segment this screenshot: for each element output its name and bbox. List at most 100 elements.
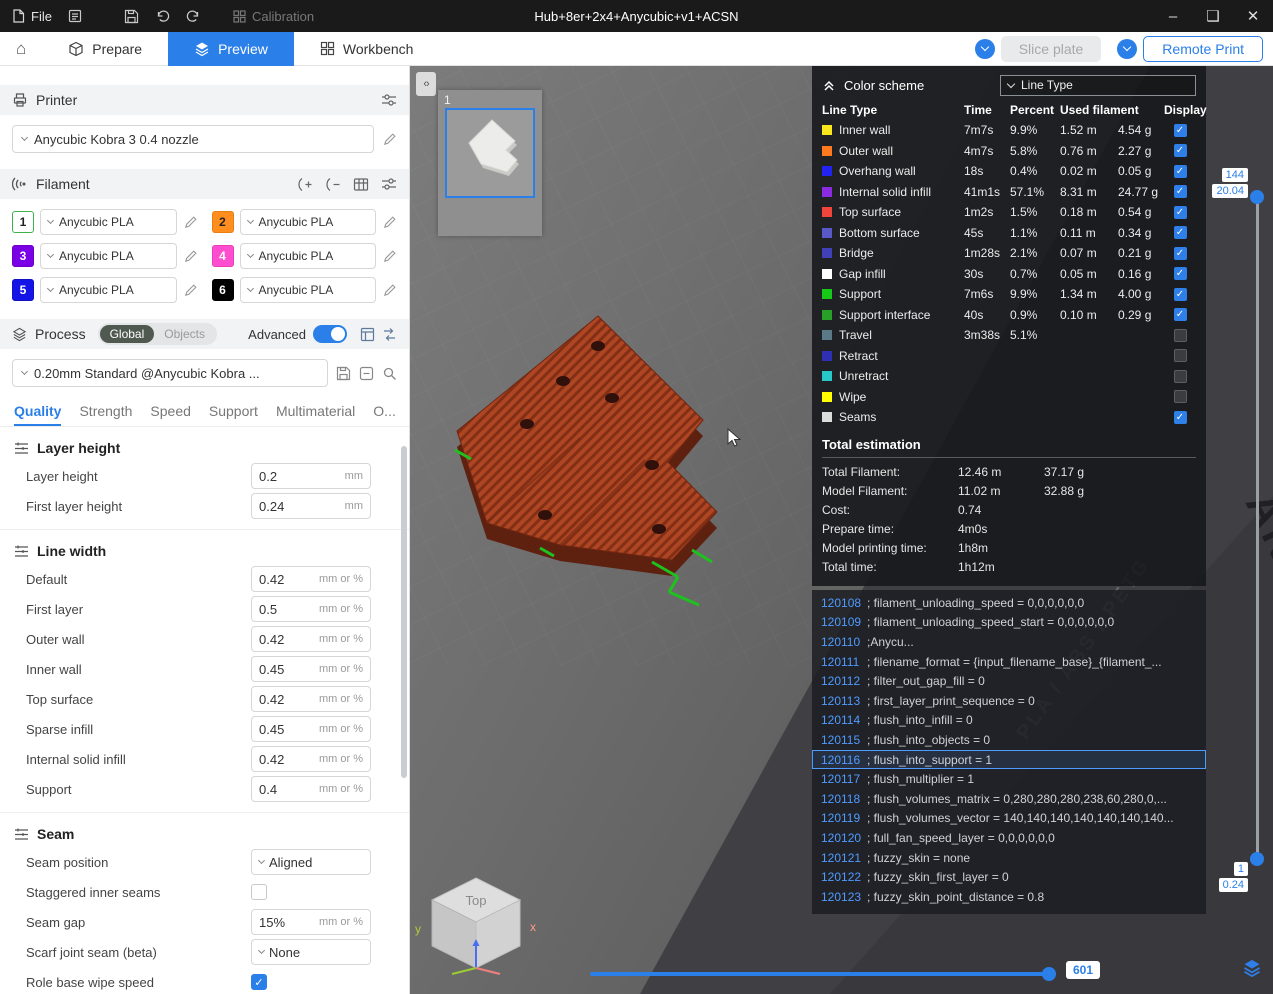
filament-select[interactable]: Anycubic PLA: [239, 243, 376, 269]
setting-input[interactable]: 0.42 mm or %: [251, 686, 371, 712]
collapse-panel-icon[interactable]: [822, 78, 836, 92]
gcode-line[interactable]: 120110 ;Anycu...: [812, 632, 1206, 652]
undo-icon[interactable]: [155, 9, 170, 24]
parameter-table-icon[interactable]: [360, 327, 375, 342]
filament-color-swatch[interactable]: 5: [12, 279, 34, 301]
filament-select[interactable]: Anycubic PLA: [239, 209, 376, 235]
process-tab-support[interactable]: Support: [209, 397, 258, 426]
setting-input[interactable]: 0.45 mm or %: [251, 656, 371, 682]
setting-checkbox[interactable]: [251, 884, 267, 900]
remove-filament-icon[interactable]: [325, 177, 341, 192]
save-preset-icon[interactable]: [336, 366, 351, 381]
setting-input[interactable]: 0.4 mm or %: [251, 776, 371, 802]
display-checkbox[interactable]: ✓: [1173, 123, 1187, 137]
gcode-line[interactable]: 120115 ; flush_into_objects = 0: [812, 730, 1206, 750]
edit-filament-icon[interactable]: [183, 283, 198, 298]
color-scheme-select[interactable]: Line Type: [1000, 74, 1196, 96]
settings-scrollbar[interactable]: [401, 446, 407, 778]
gcode-line[interactable]: 120119 ; flush_volumes_vector = 140,140,1…: [812, 809, 1206, 829]
gcode-line[interactable]: 120118 ; flush_volumes_matrix = 0,280,280…: [812, 789, 1206, 809]
save-icon[interactable]: [124, 9, 139, 24]
display-checkbox[interactable]: ✓: [1173, 164, 1187, 178]
plate-thumbnail[interactable]: 1: [438, 90, 542, 236]
display-checkbox[interactable]: ✓: [1173, 287, 1187, 301]
layer-slider-bottom-handle[interactable]: [1250, 852, 1264, 866]
printer-preset-select[interactable]: Anycubic Kobra 3 0.4 nozzle: [12, 125, 374, 153]
process-tab-o[interactable]: O...: [373, 397, 396, 426]
display-checkbox[interactable]: [1173, 369, 1187, 383]
filament-select[interactable]: Anycubic PLA: [40, 277, 177, 303]
setting-input[interactable]: 0.42 mm or %: [251, 746, 371, 772]
add-filament-icon[interactable]: [297, 177, 313, 192]
filament-select[interactable]: Anycubic PLA: [239, 277, 376, 303]
layers-view-icon[interactable]: [1242, 958, 1262, 983]
gcode-line[interactable]: 120109 ; filament_unloading_speed_start =…: [812, 613, 1206, 633]
gcode-line[interactable]: 120111 ; filename_format = {input_filenam…: [812, 652, 1206, 672]
display-checkbox[interactable]: ✓: [1173, 410, 1187, 424]
move-slider[interactable]: [590, 967, 1056, 981]
scope-global[interactable]: Global: [99, 325, 155, 343]
file-menu[interactable]: File: [12, 9, 52, 24]
minimize-button[interactable]: –: [1153, 0, 1193, 32]
display-checkbox[interactable]: [1173, 390, 1187, 404]
display-checkbox[interactable]: ✓: [1173, 246, 1187, 260]
tab-preview[interactable]: Preview: [168, 31, 294, 66]
process-tab-quality[interactable]: Quality: [14, 397, 62, 426]
setting-input[interactable]: 0.5 mm or %: [251, 596, 371, 622]
maximize-button[interactable]: ❑: [1193, 0, 1233, 32]
filament-color-swatch[interactable]: 2: [211, 211, 234, 233]
tab-prepare[interactable]: Prepare: [42, 32, 168, 66]
home-button[interactable]: ⌂: [0, 39, 42, 59]
filament-settings-icon[interactable]: [381, 177, 397, 191]
setting-input[interactable]: 0.2 mm: [251, 463, 371, 489]
edit-printer-icon[interactable]: [382, 132, 397, 147]
display-checkbox[interactable]: ✓: [1173, 267, 1187, 281]
filament-color-swatch[interactable]: 4: [211, 245, 234, 267]
edit-filament-icon[interactable]: [183, 249, 198, 264]
gcode-line[interactable]: 120121 ; fuzzy_skin = none: [812, 848, 1206, 868]
advanced-toggle[interactable]: [313, 325, 347, 343]
printer-settings-icon[interactable]: [381, 93, 397, 107]
setting-input[interactable]: 15% mm or %: [251, 909, 371, 935]
display-checkbox[interactable]: [1173, 328, 1187, 342]
viewport-3d[interactable]: ANYC PLA / ABS / PETG ‹› 1: [410, 66, 1273, 994]
process-tab-multimaterial[interactable]: Multimaterial: [276, 397, 355, 426]
setting-checkbox[interactable]: ✓: [251, 974, 267, 990]
gcode-line[interactable]: 120112 ; filter_out_gap_fill = 0: [812, 671, 1206, 691]
compare-presets-icon[interactable]: [382, 327, 397, 342]
print-options-button[interactable]: [1117, 38, 1138, 59]
gcode-line[interactable]: 120108 ; filament_unloading_speed = 0,0,0…: [812, 593, 1206, 613]
navigation-cube[interactable]: Top: [424, 872, 528, 976]
close-button[interactable]: ✕: [1233, 0, 1273, 32]
display-checkbox[interactable]: ✓: [1173, 205, 1187, 219]
remote-print-button[interactable]: Remote Print: [1143, 35, 1263, 62]
gcode-viewer[interactable]: 120108 ; filament_unloading_speed = 0,0,0…: [812, 590, 1206, 914]
setting-select[interactable]: Aligned: [251, 849, 371, 875]
display-checkbox[interactable]: ✓: [1173, 144, 1187, 158]
tab-workbench[interactable]: Workbench: [294, 32, 440, 66]
edit-filament-icon[interactable]: [183, 215, 198, 230]
slice-plate-button[interactable]: Slice plate: [1000, 35, 1102, 62]
gcode-line[interactable]: 120114 ; flush_into_infill = 0: [812, 711, 1206, 731]
process-tab-strength[interactable]: Strength: [79, 397, 132, 426]
move-slider-handle[interactable]: [1042, 967, 1056, 981]
edit-filament-icon[interactable]: [382, 215, 397, 230]
filament-color-swatch[interactable]: 6: [211, 279, 234, 301]
delete-preset-icon[interactable]: [359, 366, 374, 381]
filament-select[interactable]: Anycubic PLA: [40, 243, 177, 269]
setting-input[interactable]: 0.24 mm: [251, 493, 371, 519]
gcode-line[interactable]: 120113 ; first_layer_print_sequence = 0: [812, 691, 1206, 711]
edit-filament-icon[interactable]: [382, 249, 397, 264]
slice-options-button[interactable]: [974, 38, 995, 59]
gcode-line[interactable]: 120123 ; fuzzy_skin_point_distance = 0.8: [812, 887, 1206, 907]
setting-input[interactable]: 0.42 mm or %: [251, 626, 371, 652]
process-tab-speed[interactable]: Speed: [150, 397, 190, 426]
edit-filament-icon[interactable]: [382, 283, 397, 298]
filament-color-swatch[interactable]: 3: [12, 245, 34, 267]
gcode-line[interactable]: 120116 ; flush_into_support = 1: [812, 749, 1206, 770]
notes-icon[interactable]: [68, 9, 82, 23]
flush-volumes-icon[interactable]: [353, 177, 369, 192]
calibration-menu[interactable]: Calibration: [233, 9, 314, 24]
display-checkbox[interactable]: ✓: [1173, 226, 1187, 240]
layer-slider-top-handle[interactable]: [1250, 190, 1264, 204]
